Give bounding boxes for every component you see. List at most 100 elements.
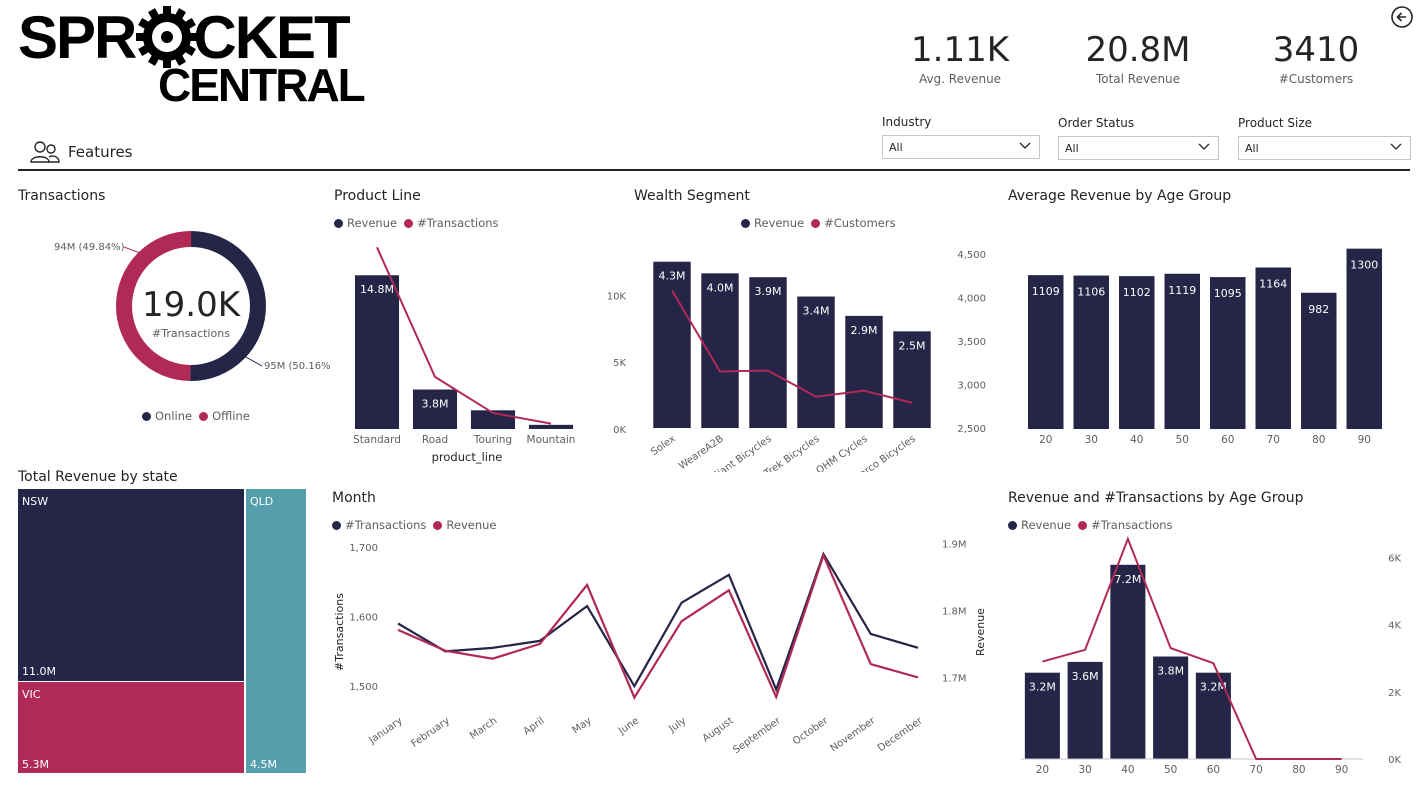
x-tick-label: 80: [1312, 434, 1325, 446]
donut-center-value: 19.0K: [142, 285, 242, 325]
kpi-customers-label: #Customers: [1278, 72, 1354, 86]
wealth-segment-chart[interactable]: 4.3M4.0M 3.9M3.4M2.9M2.5MSolex WeareA2BGia…: [630, 232, 1000, 472]
transactions-donut-chart[interactable]: 19.0K #Transactions 94M (49.84%) 95M (50…: [0, 210, 330, 430]
back-arrow-icon[interactable]: [1390, 5, 1414, 29]
transactions-title: Transactions: [18, 188, 106, 204]
x-tick-label: 70: [1267, 434, 1280, 446]
slicer-industry-dropdown[interactable]: All: [882, 135, 1040, 159]
kpi-avg-revenue-value: 1.11K: [911, 30, 1009, 70]
donut-leader-online: [243, 355, 263, 367]
chevron-down-icon: [1019, 142, 1031, 149]
slicer-product-size-title: Product Size: [1238, 116, 1313, 130]
wealth-segment-legend: Revenue #Customers: [741, 216, 896, 230]
y2-tick-label: 4K: [1388, 621, 1401, 632]
x-tick-label: July: [666, 715, 688, 735]
data-label: 14.8M: [360, 283, 394, 296]
kpi-total-revenue-value: 20.8M: [1085, 30, 1191, 70]
y2-tick-label: 5K: [613, 358, 626, 369]
kpi-total-revenue: 20.8M Total Revenue: [1048, 30, 1228, 86]
data-label: 3.8M: [422, 398, 449, 411]
bar-70: [1255, 267, 1291, 429]
x-tick-label: 60: [1221, 434, 1234, 446]
treemap-nsw-name: NSW: [22, 495, 49, 508]
treemap-vic[interactable]: VIC 5.3M: [18, 682, 244, 773]
y2-tick-label: 0K: [613, 425, 626, 436]
y-tick-label: 1,600: [349, 613, 378, 624]
product-line-chart[interactable]: 14.8M 3.8M Standard Road Touring Mountain 0K 5K…: [330, 232, 630, 472]
y2-tick-label: 1.9M: [942, 539, 967, 550]
y-tick-label: 1,500: [349, 682, 378, 693]
legend-dot-transactions: [1078, 520, 1088, 530]
bar-30: [1073, 275, 1109, 429]
legend-revenue: Revenue: [1021, 518, 1072, 532]
bar-solex: [653, 261, 691, 428]
month-title: Month: [332, 490, 376, 506]
bar-40: [1110, 564, 1146, 759]
x-tick-label: 70: [1249, 764, 1262, 776]
tab-features[interactable]: Features: [30, 140, 133, 164]
data-label: 1300: [1350, 259, 1378, 272]
legend-customers: #Customers: [824, 216, 896, 230]
data-label: 1109: [1032, 285, 1060, 298]
data-label: 1095: [1214, 287, 1242, 300]
kpi-avg-revenue-label: Avg. Revenue: [918, 72, 1002, 86]
legend-dot-offline: [199, 411, 209, 421]
data-label: 1119: [1168, 284, 1196, 297]
chevron-down-icon: [1198, 143, 1210, 150]
data-label: 1106: [1077, 286, 1105, 299]
bar-standard: [354, 275, 400, 429]
x-tick-label: Road: [422, 434, 448, 446]
x-tick-label: August: [701, 715, 736, 744]
x-tick-label: November: [829, 715, 879, 754]
data-label: 3.2M: [1029, 681, 1056, 694]
x-tick-label: 90: [1335, 764, 1348, 776]
treemap-nsw[interactable]: NSW 11.0M: [18, 489, 244, 681]
x-tick-label: February: [409, 715, 452, 749]
x-tick-label: 50: [1176, 434, 1189, 446]
legend-dot-transactions: [404, 218, 414, 228]
kpi-customers-value: 3410: [1272, 30, 1360, 70]
treemap-qld[interactable]: QLD 4.5M: [246, 489, 306, 773]
legend-transactions: #Transactions: [417, 216, 499, 230]
x-tick-label: May: [571, 715, 594, 736]
x-tick-label: 50: [1164, 764, 1177, 776]
slicer-order-status-dropdown[interactable]: All: [1058, 136, 1219, 160]
x-tick-label: March: [468, 715, 499, 741]
donut-leader-offline: [123, 246, 141, 254]
donut-label-offline: 94M (49.84%): [54, 242, 125, 253]
x-tick-label: 40: [1130, 434, 1143, 446]
x-tick-label: October: [791, 715, 831, 747]
x-tick-label: December: [876, 715, 926, 754]
data-label: 4.0M: [707, 281, 734, 294]
slicer-product-size-value: All: [1245, 142, 1259, 155]
age-revenue-chart[interactable]: 3.2M3.6M7.2M3.8M3.2M20 30 40 50 60 70 80 900K2K…: [1005, 532, 1410, 782]
x-tick-label: 30: [1085, 434, 1098, 446]
data-label: 2.5M: [899, 339, 926, 352]
x-tick-label: Standard: [353, 434, 401, 446]
data-label: 1164: [1259, 278, 1287, 291]
logo-text-central: CENTRAL: [158, 59, 366, 111]
donut-center-label: #Transactions: [152, 327, 230, 340]
y2-tick-label: 0K: [1388, 755, 1401, 766]
product-line-title: Product Line: [334, 188, 421, 204]
avg-revenue-age-title: Average Revenue by Age Group: [1008, 188, 1232, 204]
treemap-vic-value: 5.3M: [22, 758, 49, 771]
slicer-industry-value: All: [889, 141, 903, 154]
treemap-qld-name: QLD: [250, 495, 274, 508]
users-icon: [30, 141, 60, 163]
logo: SPR CKET CENTRAL: [18, 6, 368, 108]
series-line-revenue: [397, 552, 919, 701]
legend-revenue: Revenue: [347, 216, 398, 230]
state-revenue-title: Total Revenue by state: [18, 469, 178, 485]
slicer-product-size-dropdown[interactable]: All: [1238, 136, 1411, 160]
bar-90: [1346, 248, 1382, 429]
legend-dot-online: [142, 411, 151, 421]
y2-tick-label: 2K: [1388, 688, 1401, 699]
legend-revenue: Revenue: [446, 518, 497, 532]
kpi-total-revenue-label: Total Revenue: [1095, 72, 1181, 86]
logo-text-spr: SPR: [18, 4, 137, 71]
month-line-chart[interactable]: 1,500 1,600 1,700 1.7M 1.8M 1.9M #Transactions…: [328, 532, 996, 794]
month-legend: #Transactions Revenue: [332, 518, 497, 532]
avg-revenue-age-chart[interactable]: 1109 1106 1102 1119 1095 1164 982 1300 20 30 40 50 6…: [1005, 232, 1410, 452]
data-label: 3.4M: [803, 305, 830, 318]
